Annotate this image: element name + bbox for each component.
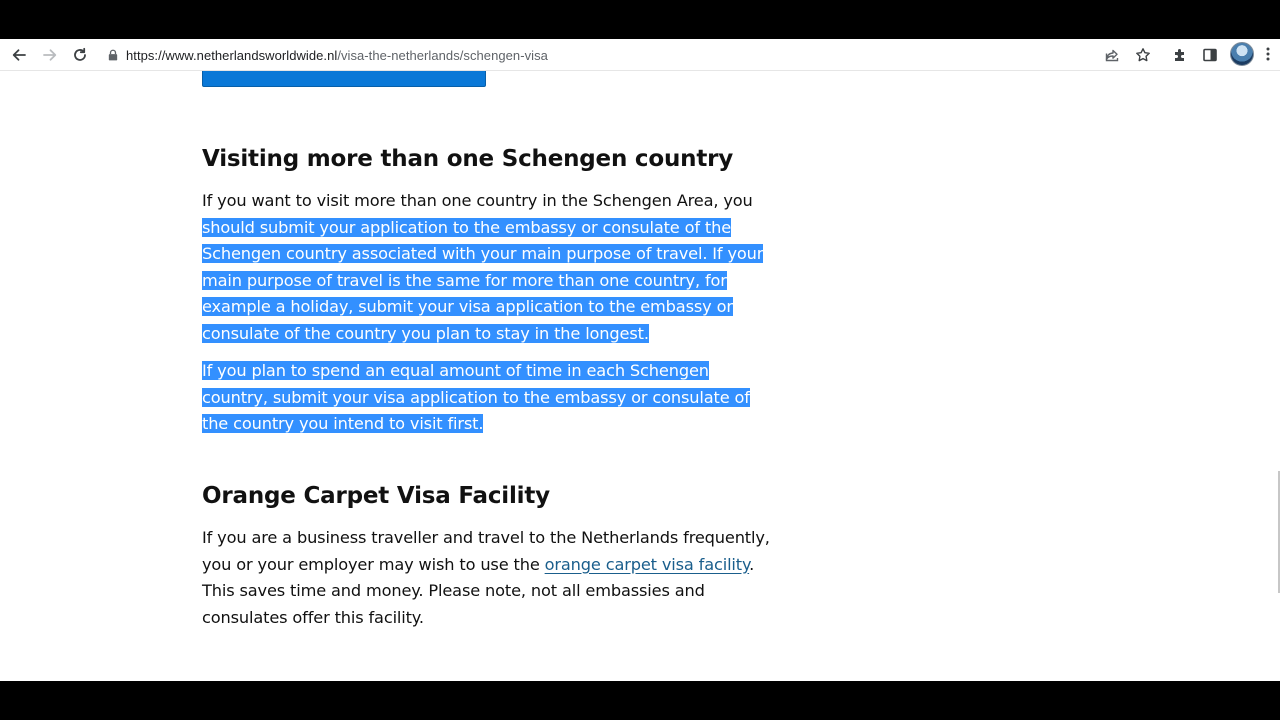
paragraph-equal-time: If you plan to spend an equal amount of … bbox=[202, 358, 772, 438]
paragraph-multiple-countries: If you want to visit more than one count… bbox=[202, 188, 772, 347]
back-icon bbox=[12, 49, 26, 61]
reload-button[interactable] bbox=[67, 42, 93, 68]
paragraph-orange-carpet: If you are a business traveller and trav… bbox=[202, 525, 772, 631]
selected-text: If you plan to spend an equal amount of … bbox=[202, 361, 750, 433]
extensions-icon bbox=[1175, 49, 1184, 61]
side-panel-button[interactable] bbox=[1197, 42, 1223, 68]
screen-bottom-bar bbox=[0, 681, 1280, 720]
share-button[interactable] bbox=[1099, 42, 1125, 68]
orange-carpet-link[interactable]: orange carpet visa facility bbox=[545, 555, 750, 574]
lock-icon bbox=[108, 49, 118, 61]
reload-icon bbox=[74, 47, 86, 61]
side-panel-icon bbox=[1203, 48, 1217, 62]
screen-top-bar bbox=[0, 0, 1280, 39]
web-page: Visiting more than one Schengen country … bbox=[0, 71, 1280, 681]
heading-orange-carpet: Orange Carpet Visa Facility bbox=[202, 483, 550, 509]
profile-avatar[interactable] bbox=[1230, 42, 1254, 66]
back-button[interactable] bbox=[6, 42, 32, 68]
url-path: /visa-the-netherlands/schengen-visa bbox=[337, 47, 548, 63]
paragraph-text: If you want to visit more than one count… bbox=[202, 191, 753, 210]
star-icon bbox=[1136, 48, 1150, 62]
selected-text: should submit your application to the em… bbox=[202, 217, 764, 343]
forward-button[interactable] bbox=[37, 42, 63, 68]
extensions-button[interactable] bbox=[1167, 42, 1193, 68]
heading-visiting-more-countries: Visiting more than one Schengen country bbox=[202, 146, 734, 172]
share-icon bbox=[1105, 49, 1119, 62]
bookmark-button[interactable] bbox=[1130, 42, 1156, 68]
browser-toolbar: https://www.netherlandsworldwide.nl/visa… bbox=[0, 39, 1280, 71]
address-bar[interactable]: https://www.netherlandsworldwide.nl/visa… bbox=[108, 44, 548, 66]
cta-button[interactable] bbox=[202, 71, 486, 87]
menu-button[interactable] bbox=[1262, 46, 1274, 62]
forward-icon bbox=[43, 49, 57, 61]
url-domain: https://www.netherlandsworldwide.nl bbox=[126, 47, 338, 63]
menu-icon bbox=[1266, 47, 1270, 61]
